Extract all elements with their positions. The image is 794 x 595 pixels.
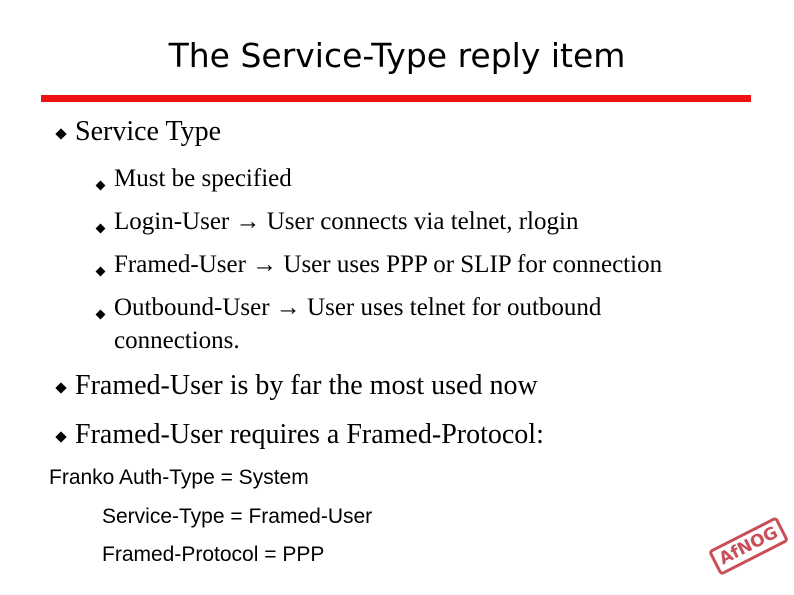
bullet-framed-protocol: Framed-User requires a Framed-Protocol: — [75, 419, 544, 450]
title-divider — [41, 95, 751, 102]
slide-title: The Service-Type reply item — [168, 36, 626, 75]
bullet-diamond-icon — [55, 431, 67, 443]
bullet-framed-user-most-used: Framed-User is by far the most used now — [75, 370, 538, 401]
bullet-diamond-icon — [95, 266, 106, 277]
config-line-framed-protocol: Framed-Protocol = PPP — [102, 543, 325, 566]
config-line-auth-type: Franko Auth-Type = System — [49, 466, 309, 489]
bullet-service-type: Service Type — [75, 116, 222, 147]
config-line-service-type: Service-Type = Framed-User — [102, 505, 373, 528]
bullet-diamond-icon — [95, 180, 106, 191]
subbullet-must-be-specified: Must be specified — [114, 165, 292, 192]
bullet-diamond-icon — [95, 223, 106, 234]
subbullet-login-user: Login-User → User connects via telnet, r… — [114, 208, 579, 235]
subbullet-outbound-user-line2: connections. — [114, 327, 240, 354]
bullet-diamond-icon — [55, 382, 67, 394]
subbullet-framed-user: Framed-User → User uses PPP or SLIP for … — [114, 251, 663, 278]
afnog-logo: AfNOG — [707, 516, 790, 576]
bullet-diamond-icon — [95, 309, 106, 320]
subbullet-outbound-user-line1: Outbound-User → User uses telnet for out… — [114, 294, 602, 321]
bullet-diamond-icon — [55, 128, 67, 140]
